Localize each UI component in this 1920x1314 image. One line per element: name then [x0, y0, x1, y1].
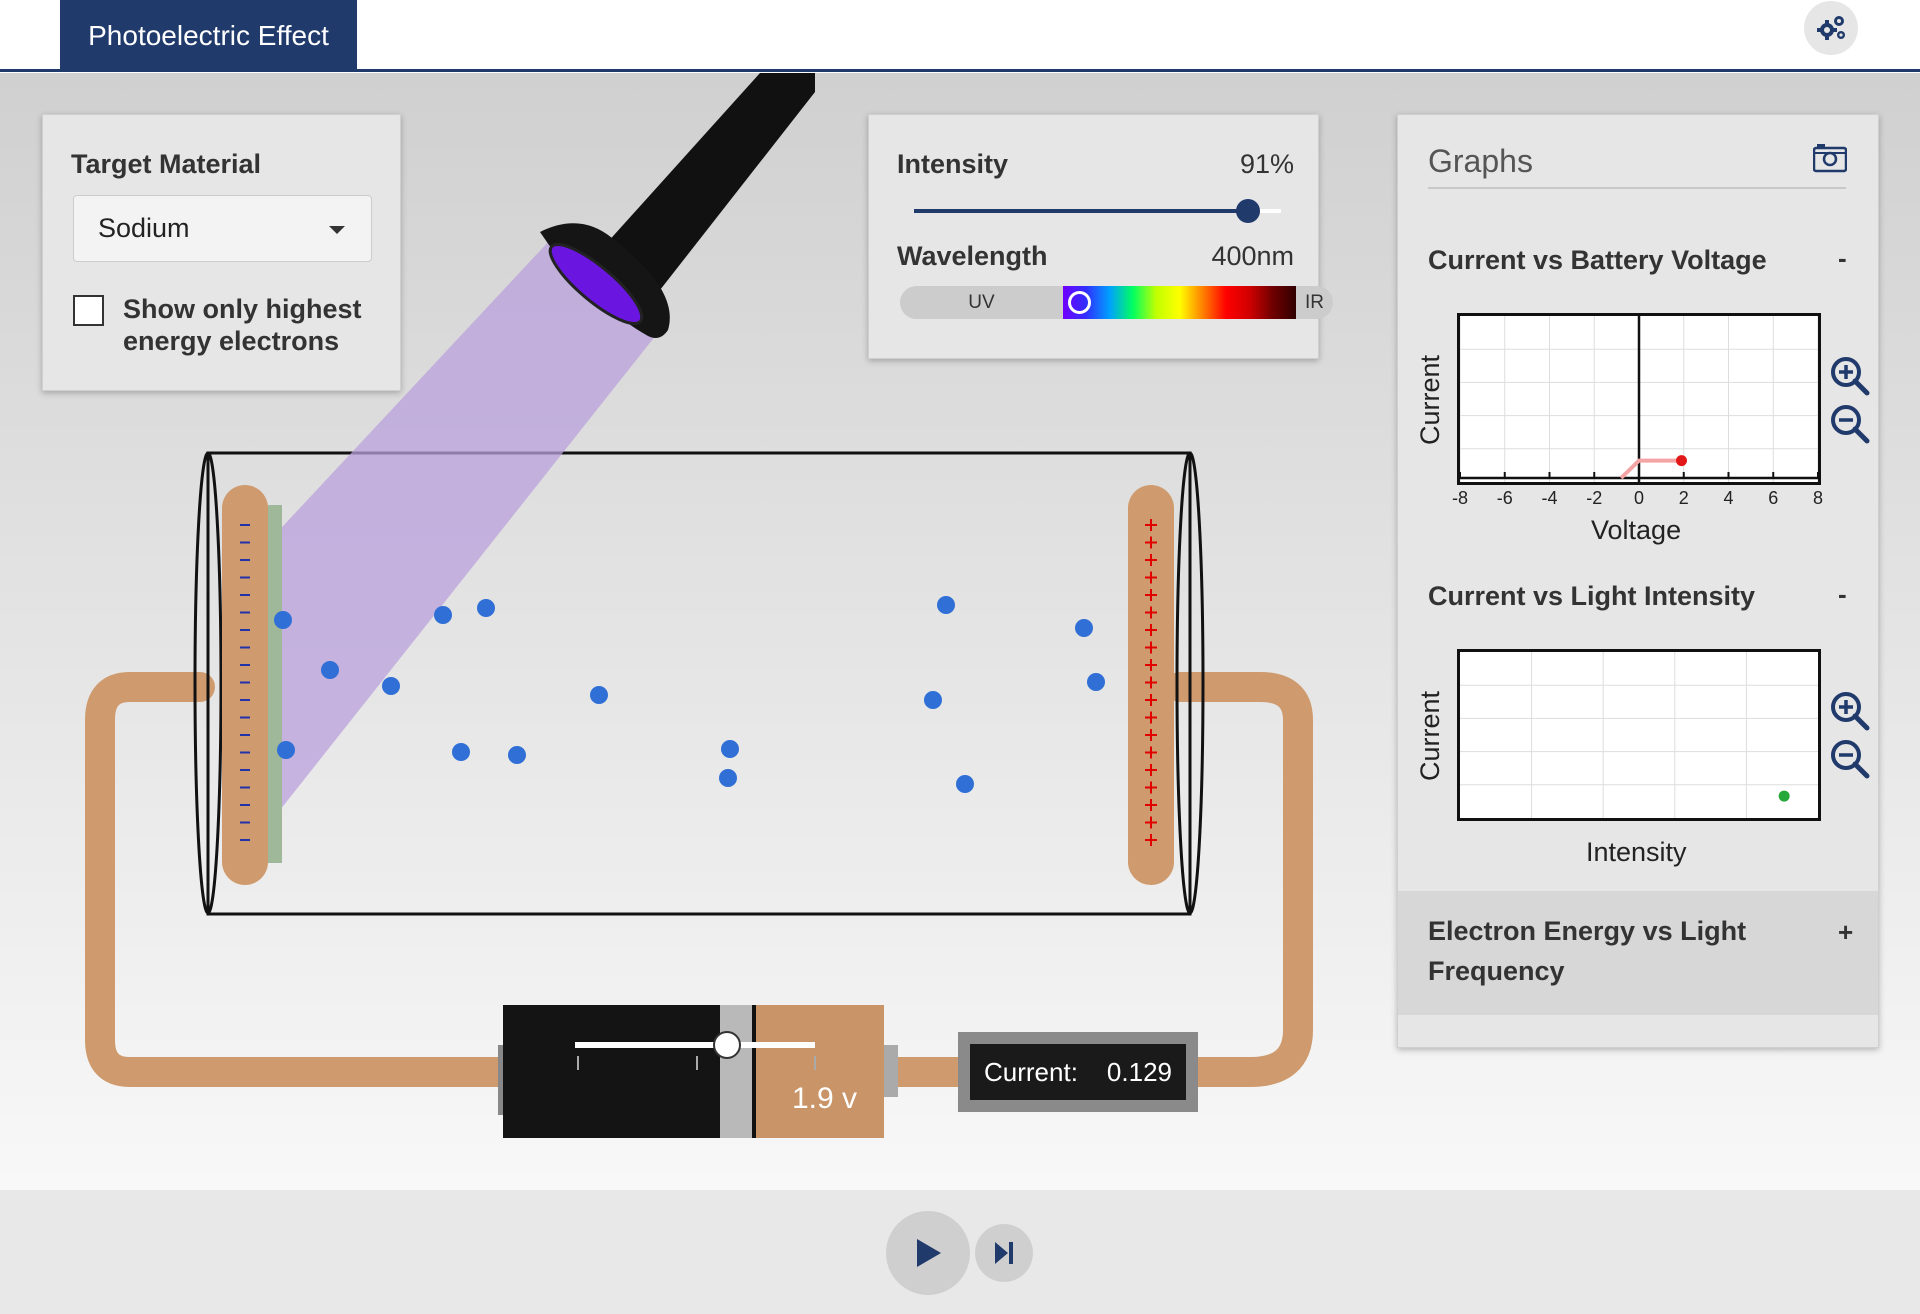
play-icon	[917, 1239, 941, 1267]
wavelength-spectrum	[1063, 286, 1296, 319]
intensity-slider-thumb[interactable]	[1235, 199, 1260, 223]
current-meter: Current: 0.129	[958, 1032, 1198, 1112]
electron	[719, 769, 737, 787]
x-tick-label: 4	[1723, 488, 1734, 508]
voltage-graph-collapse-button[interactable]: -	[1838, 243, 1847, 274]
zoom-out-icon[interactable]	[1829, 738, 1871, 780]
divider	[1428, 187, 1846, 189]
x-tick-label: -8	[1451, 488, 1468, 508]
electron	[924, 691, 942, 709]
playback-bar	[0, 1190, 1920, 1314]
electron	[1075, 619, 1093, 637]
x-tick-label: -6	[1496, 488, 1513, 508]
app-title-tab[interactable]: Photoelectric Effect	[60, 0, 357, 72]
graphs-title: Graphs	[1428, 143, 1533, 179]
highest-energy-checkbox[interactable]	[73, 295, 104, 326]
electron	[321, 661, 339, 679]
chevron-down-icon	[329, 226, 345, 234]
electron	[1087, 673, 1105, 691]
voltage-graph-title: Current vs Battery Voltage	[1428, 245, 1767, 275]
intensity-graph-collapse-button[interactable]: -	[1838, 579, 1847, 610]
energy-graph-expand-button[interactable]: +	[1838, 917, 1853, 948]
voltage-graph-xlabel: Voltage	[1591, 515, 1682, 545]
cathode-plate	[222, 485, 268, 885]
electron	[452, 743, 470, 761]
current-voltage-line	[1619, 458, 1684, 480]
current-label: Current:	[984, 1057, 1078, 1087]
camera-icon	[1812, 144, 1848, 173]
step-button[interactable]	[975, 1224, 1033, 1282]
wavelength-slider[interactable]: UV IR	[900, 286, 1333, 319]
step-forward-icon	[995, 1242, 1013, 1264]
electron	[937, 596, 955, 614]
electron	[382, 677, 400, 695]
electron	[590, 686, 608, 704]
electron	[274, 611, 292, 629]
ir-label: IR	[1305, 292, 1324, 313]
x-tick-label: 8	[1812, 488, 1823, 508]
intensity-slider-fill	[914, 209, 1248, 213]
electron	[477, 599, 495, 617]
graphs-panel: Graphs Current vs Battery Voltage - Curr…	[1397, 114, 1879, 1048]
zoom-out-icon[interactable]	[1829, 403, 1871, 445]
gears-icon	[1817, 16, 1845, 40]
material-value: Sodium	[98, 213, 190, 243]
wavelength-slider-thumb[interactable]	[1068, 291, 1091, 314]
intensity-graph-title: Current vs Light Intensity	[1428, 581, 1756, 611]
x-tick-label: 2	[1678, 488, 1689, 508]
target-material-title: Target Material	[71, 149, 262, 179]
intensity-slider[interactable]	[914, 199, 1281, 223]
intensity-graph-svg	[1460, 652, 1818, 818]
electron	[721, 740, 739, 758]
voltage-graph-svg	[1460, 316, 1818, 482]
wavelength-value: 400nm	[1211, 241, 1294, 271]
uv-label: UV	[968, 292, 995, 313]
target-material-panel: Target Material Sodium Show only highest…	[42, 114, 401, 391]
light-controls-panel: Intensity 91% Wavelength 400nm UV IR	[868, 114, 1333, 359]
current-intensity-point	[1778, 790, 1790, 802]
intensity-graph-plot	[1457, 649, 1821, 821]
battery-slider-thumb[interactable]	[713, 1031, 741, 1059]
highest-energy-label: Show only highest energy electrons	[123, 294, 362, 356]
play-button[interactable]	[886, 1211, 970, 1295]
voltage-graph-plot	[1457, 313, 1821, 485]
current-voltage-point	[1676, 455, 1688, 467]
x-tick-label: -4	[1541, 488, 1558, 508]
intensity-graph-ylabel: Current	[1415, 690, 1445, 781]
battery	[498, 1005, 898, 1138]
x-tick-label: 6	[1768, 488, 1779, 508]
electron	[508, 746, 526, 764]
x-tick-label: 0	[1633, 488, 1644, 508]
electron	[434, 606, 452, 624]
electron	[956, 775, 974, 793]
electron	[277, 741, 295, 759]
material-dropdown[interactable]: Sodium	[73, 195, 372, 262]
zoom-in-icon[interactable]	[1829, 690, 1871, 732]
battery-voltage-label: 1.9 v	[792, 1082, 857, 1115]
x-tick-label: -2	[1586, 488, 1603, 508]
energy-graph-title: Electron Energy vs Light Frequency	[1428, 916, 1747, 986]
energy-graph-section[interactable]: Electron Energy vs Light Frequency +	[1398, 891, 1878, 1015]
flashlight-body	[605, 73, 815, 290]
snapshot-button[interactable]	[1812, 143, 1848, 178]
settings-button[interactable]	[1804, 1, 1858, 55]
target-surface	[268, 505, 282, 863]
current-readout: Current: 0.129	[970, 1044, 1186, 1100]
zoom-in-icon[interactable]	[1829, 355, 1871, 397]
top-bar: Photoelectric Effect	[0, 0, 1920, 72]
current-value: 0.129	[1106, 1057, 1172, 1087]
intensity-graph-xlabel: Intensity	[1586, 837, 1687, 867]
intensity-label: Intensity	[897, 149, 1009, 179]
intensity-value: 91%	[1239, 149, 1294, 179]
wavelength-label: Wavelength	[897, 241, 1048, 271]
voltage-graph-ylabel: Current	[1415, 354, 1445, 445]
sim-area: 1.9 v Current: 0.129 Target Material Sod…	[0, 73, 1920, 1190]
